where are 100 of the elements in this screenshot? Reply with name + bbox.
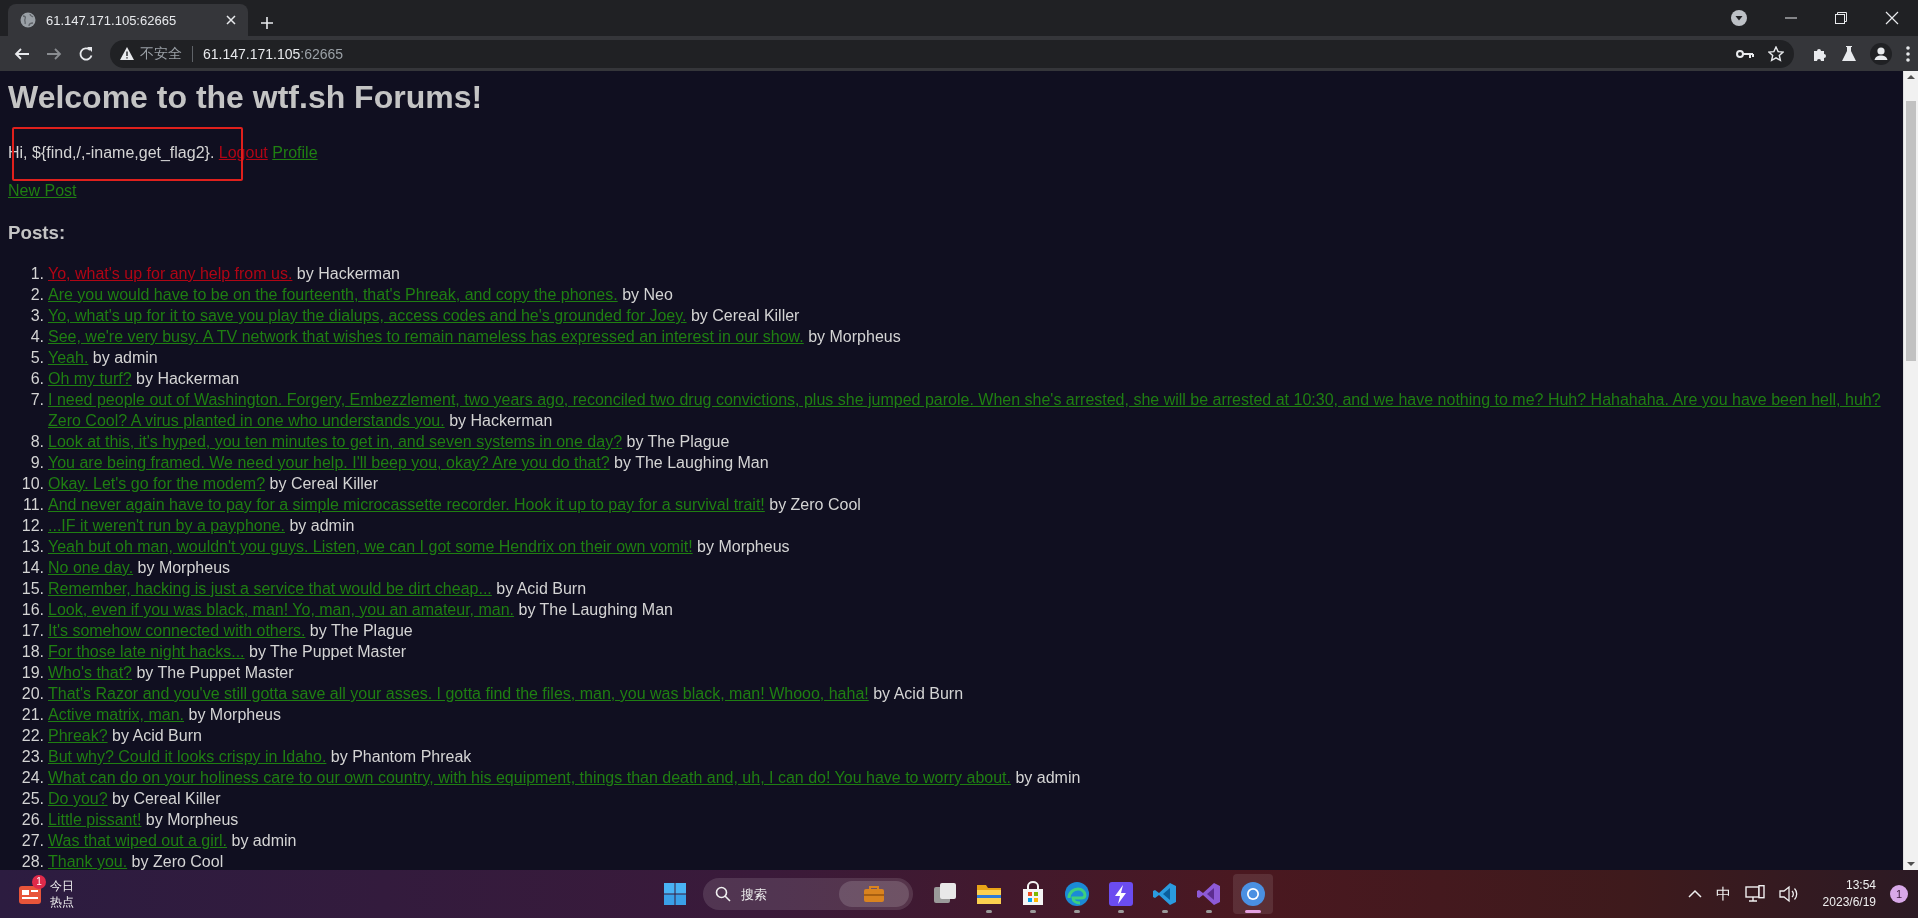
post-number: 13. <box>20 537 45 557</box>
search-icon <box>715 886 731 902</box>
post-number: 4. <box>29 327 45 347</box>
post-author: by The Plague <box>626 433 730 450</box>
post-author: by Zero Cool <box>131 853 224 870</box>
clock[interactable]: 13:54 2023/6/19 <box>1822 877 1876 911</box>
flask-icon[interactable] <box>1842 45 1856 62</box>
post-number: 28. <box>20 852 45 870</box>
post-link[interactable]: Remember, hacking is just a service that would be dirt cheap... <box>48 580 492 597</box>
post-number: 26. <box>20 810 45 830</box>
post-link[interactable]: For those late night hacks... <box>48 643 245 660</box>
url-port: :62665 <box>300 45 344 62</box>
tab-close-icon[interactable] <box>226 15 236 25</box>
post-link[interactable]: Look, even if you was black, man! Yo, man, you an amateur, man. <box>48 601 515 618</box>
dropdown-icon[interactable] <box>1731 10 1747 26</box>
post-number: 17. <box>20 621 45 641</box>
post-link[interactable]: Oh my turf? <box>48 370 132 387</box>
post-number: 21. <box>20 705 45 725</box>
post-author: by Hackerman <box>136 370 240 387</box>
security-label: 不安全 <box>140 44 182 63</box>
post-link[interactable]: That's Razor and you've still gotta save all your asses. I gotta find the files, man, you was black, man! Whooo, haha! <box>48 685 869 702</box>
notification-badge: 1 <box>32 875 46 889</box>
post-link[interactable]: No one day. <box>48 559 134 576</box>
address-bar[interactable]: 不安全 61.147.171.105:62665 <box>110 39 1794 68</box>
post-author: by Morpheus <box>697 538 790 555</box>
post-author: by admin <box>231 832 297 849</box>
url-host: 61.147.171.105 <box>203 45 301 62</box>
ide-icon[interactable] <box>1196 881 1222 907</box>
code-editor-icon[interactable] <box>1152 881 1178 907</box>
bolt-icon[interactable] <box>1108 881 1134 907</box>
post-number: 22. <box>20 726 45 746</box>
post-link[interactable]: Yeah. <box>48 349 89 366</box>
star-icon[interactable] <box>1768 45 1784 62</box>
close-icon[interactable] <box>1885 11 1899 25</box>
post-link[interactable]: But why? Could it looks crispy in Idaho. <box>48 748 327 765</box>
scrollbar-thumb[interactable] <box>1906 101 1916 361</box>
post-number: 19. <box>20 663 45 683</box>
post-author: by Hackerman <box>296 265 400 282</box>
new-post-link[interactable]: New Post <box>8 182 77 199</box>
post-author: by Acid Burn <box>496 580 587 597</box>
taskbar-button[interactable] <box>1233 874 1273 914</box>
post-link[interactable]: What can do on your holiness care to our own country, with his equipment, things than death and, uh, I can do! You have to worry about. <box>48 769 1011 786</box>
widget-title: 今日 <box>50 878 74 894</box>
browser-icon[interactable] <box>1240 881 1266 907</box>
avatar-icon[interactable] <box>1870 42 1892 65</box>
post-author: by The Laughing Man <box>518 601 673 618</box>
post-number: 15. <box>20 579 45 599</box>
post-link[interactable]: Little pissant! <box>48 811 142 828</box>
browser-tab[interactable]: 61.147.171.105:62665 <box>8 4 248 36</box>
post-number: 16. <box>20 600 45 620</box>
key-icon[interactable] <box>1736 48 1754 59</box>
post-link[interactable]: Was that wiped out a girl. <box>48 832 228 849</box>
post-link[interactable]: Okay. Let's go for the modem? <box>48 475 266 492</box>
post-number: 7. <box>29 390 45 410</box>
new-tab-icon[interactable] <box>260 16 274 30</box>
chevron-up-icon[interactable] <box>1687 889 1702 899</box>
warning-icon <box>120 47 134 60</box>
network-icon[interactable] <box>1744 885 1765 903</box>
post-link[interactable]: And never again have to pay for a simple microcassette recorder. Hook it up to pay for a survival trait! <box>48 496 765 513</box>
post-author: by Phantom Phreak <box>330 748 472 765</box>
post-link[interactable]: Do you? <box>48 790 108 807</box>
volume-icon[interactable] <box>1778 885 1799 903</box>
post-link[interactable]: See, we're very busy. A TV network that wishes to remain nameless has expressed an interest in our show. <box>48 328 804 345</box>
notification-count[interactable]: 1 <box>1890 885 1908 903</box>
post-link[interactable]: You are being framed. We need your help. I'll beep you, okay? Are you do that? <box>48 454 610 471</box>
post-number: 2. <box>29 285 45 305</box>
menu-icon[interactable] <box>1906 45 1910 62</box>
post-link[interactable]: Yeah but oh man, wouldn't you guys. Listen, we can I got some Hendrix on their own vomit! <box>48 538 693 555</box>
edge-icon[interactable] <box>1064 881 1090 907</box>
store-icon[interactable] <box>1020 881 1046 907</box>
post-link[interactable]: Who's that? <box>48 664 132 681</box>
post-number: 25. <box>20 789 45 809</box>
input-method[interactable]: 中 <box>1715 884 1731 904</box>
post-link[interactable]: It's somehow connected with others. <box>48 622 306 639</box>
post-author: by Neo <box>622 286 673 303</box>
post-link[interactable]: Thank you. <box>48 853 128 870</box>
post-author: by Zero Cool <box>769 496 861 513</box>
post-link[interactable]: Look at this, it's hyped, you ten minutes to get in, and seven systems in one day? <box>48 433 623 450</box>
post-link[interactable]: Phreak? <box>48 727 108 744</box>
post-number: 12. <box>20 516 45 536</box>
user-link[interactable]: Profile <box>272 144 318 161</box>
post-link[interactable]: ...IF it weren't run by a payphone. <box>48 517 285 534</box>
search-box[interactable]: 搜索 <box>703 878 913 910</box>
post-link[interactable]: Yo, what's up for it to save you play the dialups, access codes and he's grounded for Joey. <box>48 307 687 324</box>
post-link[interactable]: Active matrix, man. <box>48 706 185 723</box>
post-number: 20. <box>20 684 45 704</box>
back-icon[interactable] <box>14 45 30 62</box>
search-input[interactable]: 搜索 <box>739 885 831 903</box>
post-link[interactable]: Are you would have to be on the fourteenth, that's Phreak, and copy the phones. <box>48 286 618 303</box>
post-link[interactable]: Yo, what's up for any help from us. <box>48 265 293 282</box>
briefcase-icon <box>863 885 885 903</box>
restore-icon[interactable] <box>1835 12 1847 24</box>
reload-icon[interactable] <box>78 45 94 62</box>
post-author: by Acid Burn <box>873 685 964 702</box>
post-number: 5. <box>29 348 45 368</box>
post-number: 11. <box>21 495 45 515</box>
post-author: by The Puppet Master <box>136 664 294 681</box>
post-number: 23. <box>20 747 45 767</box>
post-author: by Morpheus <box>145 811 239 828</box>
news-widget-icon[interactable] <box>18 883 42 905</box>
